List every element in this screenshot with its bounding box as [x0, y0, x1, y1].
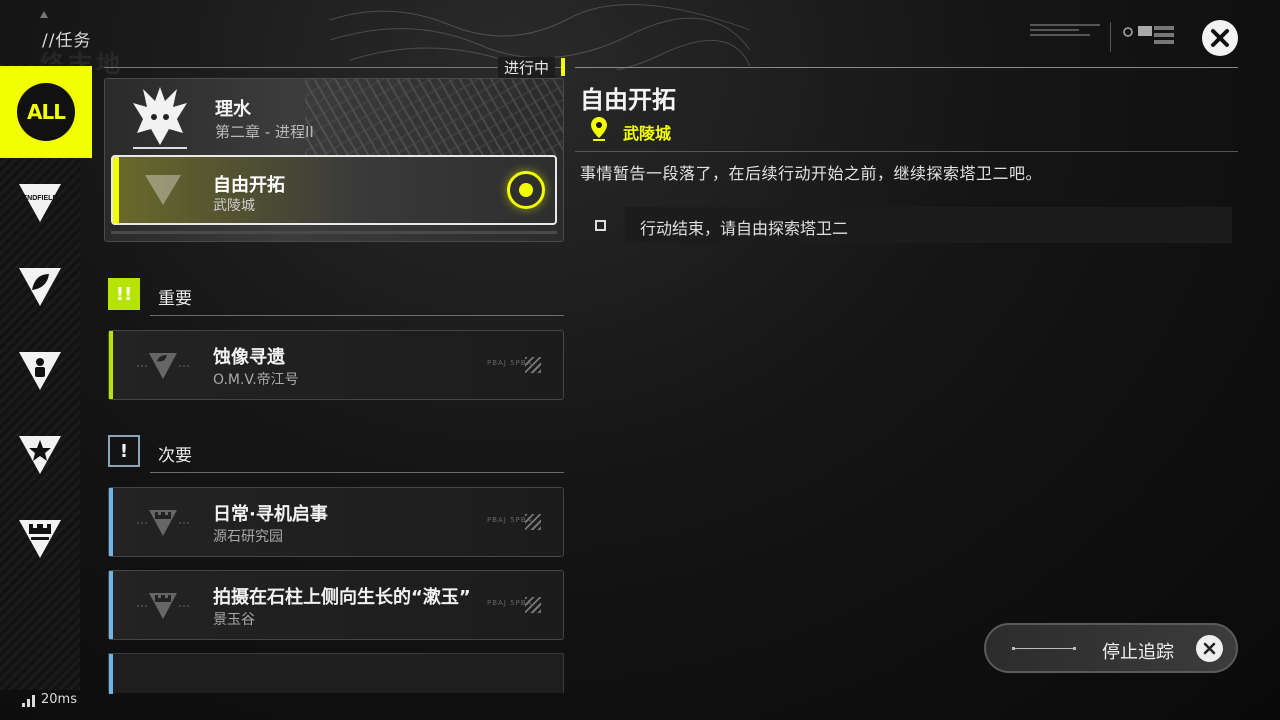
secondary-section-label: 次要	[158, 446, 192, 466]
sidebar-item-endfield[interactable]: ENDFIELD	[0, 162, 92, 246]
factory-quest-icon	[137, 593, 189, 619]
factory-quest-icon	[137, 510, 189, 536]
objective-row: 行动结束，请自由探索塔卫二	[580, 207, 1232, 243]
person-icon	[19, 352, 61, 390]
chapter-name: 理水	[215, 99, 251, 120]
quest-location: 源石研究园	[213, 529, 283, 545]
sidebar-item-all-label: ALL	[17, 83, 75, 141]
active-quest-underline	[111, 231, 557, 234]
quest-accent-bar	[109, 571, 113, 639]
close-icon	[1211, 29, 1229, 47]
quest-type-icon	[145, 175, 181, 205]
active-quest-location: 武陵城	[213, 198, 255, 214]
sidebar-item-star[interactable]	[0, 414, 92, 498]
signal-icon	[22, 695, 35, 707]
chapter-progress: 第二章 - 进程II	[215, 123, 314, 141]
secondary-section-icon: !	[108, 435, 140, 467]
detail-top-divider	[575, 67, 1238, 68]
quest-card-important-1[interactable]: 蚀像寻遗 O.M.V.帝江号 PBAJ 5PBA	[108, 330, 564, 400]
detail-divider	[575, 151, 1238, 152]
active-quest-accent	[113, 157, 119, 223]
chapter-artwork	[305, 79, 563, 155]
quest-card-secondary-2[interactable]: 拍摄在石柱上侧向生长的“漱玉” 景玉谷 PBAJ 5PBA	[108, 570, 564, 640]
close-icon	[1196, 635, 1223, 662]
sidebar-item-all[interactable]: ALL	[0, 66, 92, 158]
active-chapter-panel: 理水 第二章 - 进程II 自由开拓 武陵城	[104, 78, 564, 242]
quest-accent-bar	[109, 488, 113, 556]
quest-title: 日常·寻机启事	[213, 504, 328, 525]
quest-type-icon	[137, 353, 189, 379]
important-section-icon: !!	[108, 278, 140, 310]
close-button[interactable]	[1202, 20, 1238, 56]
stop-tracking-label: 停止追踪	[1102, 642, 1174, 663]
sidebar-item-factory[interactable]	[0, 498, 92, 582]
active-quest-title: 自由开拓	[213, 175, 285, 196]
quest-accent-bar	[109, 654, 113, 694]
sidebar-item-leaf[interactable]	[0, 246, 92, 330]
detail-description: 事情暂告一段落了，在后续行动开始之前，继续探索塔卫二吧。	[580, 164, 1043, 183]
network-status: 20ms	[22, 692, 77, 707]
quest-card-peek[interactable]	[108, 653, 564, 694]
objective-text: 行动结束，请自由探索塔卫二	[640, 219, 849, 238]
location-pin-icon	[591, 117, 607, 141]
stop-tracking-deco-line	[1012, 647, 1076, 650]
in-progress-label: 进行中	[498, 57, 556, 78]
quest-hatch-icon	[525, 514, 541, 530]
quest-hatch-icon	[525, 597, 541, 613]
important-section-divider	[150, 315, 564, 316]
factory-icon	[19, 520, 61, 558]
in-progress-marker	[561, 58, 565, 76]
in-progress-divider	[104, 67, 564, 68]
quest-hatch-icon	[525, 357, 541, 373]
deco-code-lines	[1030, 24, 1100, 44]
active-quest-card[interactable]: 自由开拓 武陵城	[111, 155, 557, 225]
endfield-logo-icon	[40, 10, 48, 18]
quest-location: O.M.V.帝江号	[213, 372, 299, 388]
detail-location: 武陵城	[623, 124, 672, 143]
deco-status-icon	[1123, 26, 1174, 44]
quest-card-secondary-1[interactable]: 日常·寻机启事 源石研究园 PBAJ 5PBA	[108, 487, 564, 557]
ping-value: 20ms	[41, 692, 77, 707]
endfield-icon: ENDFIELD	[19, 184, 61, 222]
quest-accent-bar	[109, 331, 113, 399]
quest-title: 拍摄在石柱上侧向生长的“漱玉”	[213, 587, 471, 608]
secondary-section-divider	[150, 472, 564, 473]
important-section-label: 重要	[158, 289, 192, 309]
star-icon	[19, 436, 61, 474]
svg-text:ENDFIELD: ENDFIELD	[23, 195, 58, 202]
sidebar-item-person[interactable]	[0, 330, 92, 414]
dragon-emblem-icon	[133, 87, 187, 149]
quest-location: 景玉谷	[213, 612, 255, 628]
tracking-target-icon	[507, 171, 545, 209]
detail-title: 自由开拓	[580, 86, 676, 114]
quest-title: 蚀像寻遗	[213, 347, 285, 368]
objective-checkbox-icon	[595, 220, 606, 231]
header-divider	[1110, 22, 1111, 52]
stop-tracking-button[interactable]: 停止追踪	[984, 623, 1238, 673]
leaf-icon	[19, 268, 61, 306]
page-title: //任务	[42, 31, 92, 51]
